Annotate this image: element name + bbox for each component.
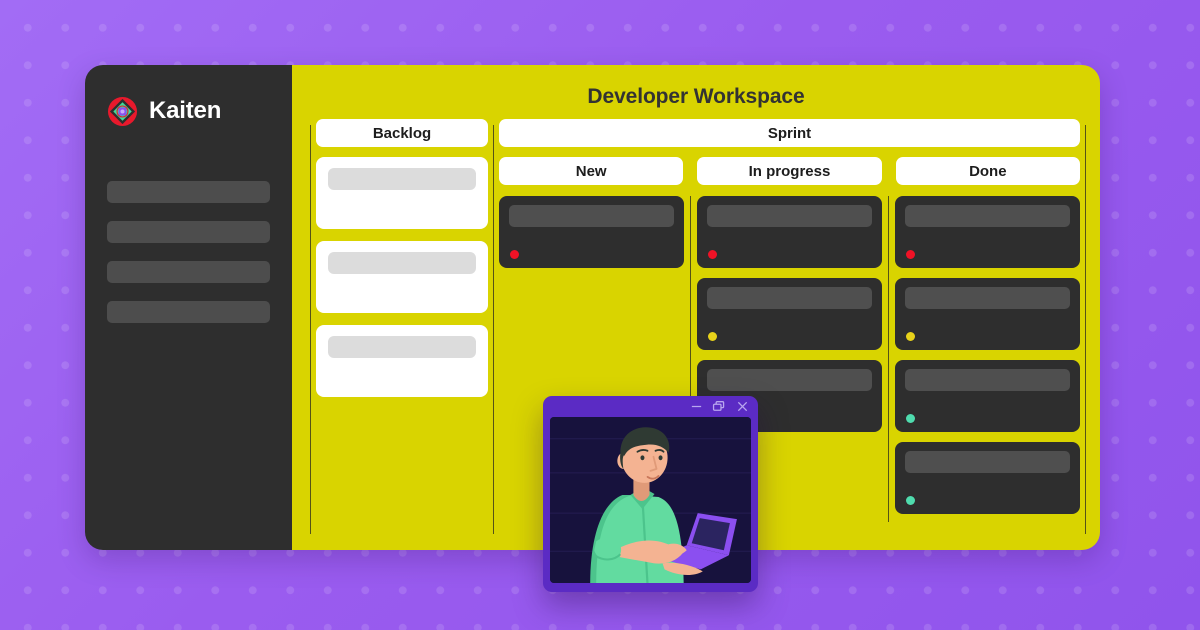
card-status-dot xyxy=(510,250,519,259)
card-title-placeholder xyxy=(905,205,1070,227)
sidebar-item-3[interactable] xyxy=(107,261,270,283)
column-backlog: Backlog xyxy=(311,119,493,550)
task-card[interactable] xyxy=(895,360,1080,432)
task-card[interactable] xyxy=(499,196,684,268)
card-status-dot xyxy=(906,250,915,259)
sidebar-item-4[interactable] xyxy=(107,301,270,323)
task-card[interactable] xyxy=(697,196,882,268)
task-card[interactable] xyxy=(697,278,882,350)
card-title-placeholder xyxy=(328,252,476,274)
sidebar-nav xyxy=(107,181,270,323)
card-status-dot xyxy=(906,332,915,341)
page-canvas: Kaiten Developer Workspace Backlog Sprin… xyxy=(0,0,1200,630)
card-status-dot xyxy=(708,332,717,341)
backlog-card[interactable] xyxy=(316,157,488,229)
card-title-placeholder xyxy=(707,287,872,309)
developer-with-laptop-illustration xyxy=(550,417,751,583)
card-status-dot xyxy=(906,414,915,423)
close-icon[interactable] xyxy=(736,400,749,413)
task-card[interactable] xyxy=(895,442,1080,514)
window-controls xyxy=(690,400,749,413)
sprint-lane-headers: New In progress Done xyxy=(499,157,1080,185)
card-title-placeholder xyxy=(328,336,476,358)
board-title: Developer Workspace xyxy=(587,85,805,108)
lane-header-done[interactable]: Done xyxy=(895,157,1080,185)
lane-done xyxy=(895,196,1080,550)
column-header-sprint[interactable]: Sprint xyxy=(499,119,1080,147)
lane-header-new[interactable]: New xyxy=(499,157,684,185)
brand-name: Kaiten xyxy=(149,97,222,124)
sidebar: Kaiten xyxy=(85,65,292,550)
sidebar-item-1[interactable] xyxy=(107,181,270,203)
kaiten-logo-icon xyxy=(107,96,138,126)
illustration-window[interactable] xyxy=(543,396,758,592)
task-card[interactable] xyxy=(895,278,1080,350)
brand[interactable]: Kaiten xyxy=(107,91,270,131)
lane-divider-inprogress-done xyxy=(888,196,889,522)
lane-header-in-progress[interactable]: In progress xyxy=(697,157,882,185)
backlog-card[interactable] xyxy=(316,325,488,397)
sidebar-item-2[interactable] xyxy=(107,221,270,243)
board-divider-right xyxy=(1085,125,1086,534)
card-title-placeholder xyxy=(328,168,476,190)
card-title-placeholder xyxy=(509,205,674,227)
illustration-canvas xyxy=(550,417,751,583)
minimize-icon[interactable] xyxy=(690,400,703,413)
card-title-placeholder xyxy=(707,205,872,227)
card-title-placeholder xyxy=(905,287,1070,309)
task-card[interactable] xyxy=(895,196,1080,268)
card-title-placeholder xyxy=(905,451,1070,473)
card-status-dot xyxy=(906,496,915,505)
column-header-backlog[interactable]: Backlog xyxy=(316,119,488,147)
card-status-dot xyxy=(708,250,717,259)
card-title-placeholder xyxy=(707,369,872,391)
backlog-card[interactable] xyxy=(316,241,488,313)
restore-icon[interactable] xyxy=(712,400,727,413)
card-title-placeholder xyxy=(905,369,1070,391)
